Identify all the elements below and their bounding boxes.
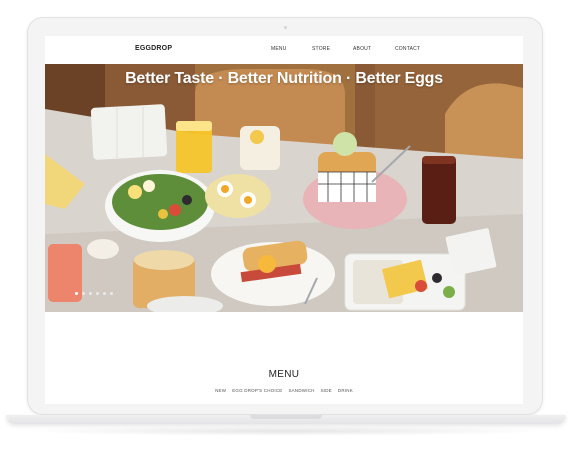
slider-dot[interactable]	[110, 292, 113, 295]
tab-drink[interactable]: DRINK	[338, 388, 353, 393]
tab-side[interactable]: SIDE	[321, 388, 332, 393]
site-header: EGGDROP MENU STORE ABOUT CONTACT	[45, 36, 523, 64]
nav-about[interactable]: ABOUT	[353, 46, 371, 52]
menu-heading: MENU	[268, 369, 300, 380]
food-table-photo	[45, 64, 523, 312]
hero-banner: Better Taste · Better Nutrition · Better…	[45, 64, 523, 312]
slider-dot[interactable]	[103, 292, 106, 295]
laptop-screen: EGGDROP MENU STORE ABOUT CONTACT Better …	[45, 36, 523, 404]
slider-dot[interactable]	[75, 292, 78, 295]
main-nav: MENU STORE ABOUT CONTACT	[45, 46, 523, 56]
hero-headline: Better Taste · Better Nutrition · Better…	[125, 70, 443, 87]
nav-store[interactable]: STORE	[312, 46, 330, 52]
nav-contact[interactable]: CONTACT	[395, 46, 420, 52]
slider-dot[interactable]	[89, 292, 92, 295]
nav-menu[interactable]: MENU	[271, 46, 287, 52]
tab-sandwich[interactable]: SANDWICH	[288, 388, 314, 393]
tab-new[interactable]: NEW	[215, 388, 226, 393]
menu-category-tabs: NEW EGG DROP'S CHOICE SANDWICH SIDE DRIN…	[45, 388, 523, 393]
slider-dot[interactable]	[82, 292, 85, 295]
laptop-base-notch	[250, 415, 322, 419]
tab-egg-drops-choice[interactable]: EGG DROP'S CHOICE	[232, 388, 282, 393]
slider-dot[interactable]	[96, 292, 99, 295]
slider-dots	[75, 292, 113, 295]
webcam-dot	[284, 26, 287, 29]
laptop-shadow	[20, 426, 552, 436]
menu-section: MENU NEW EGG DROP'S CHOICE SANDWICH SIDE…	[45, 312, 523, 404]
